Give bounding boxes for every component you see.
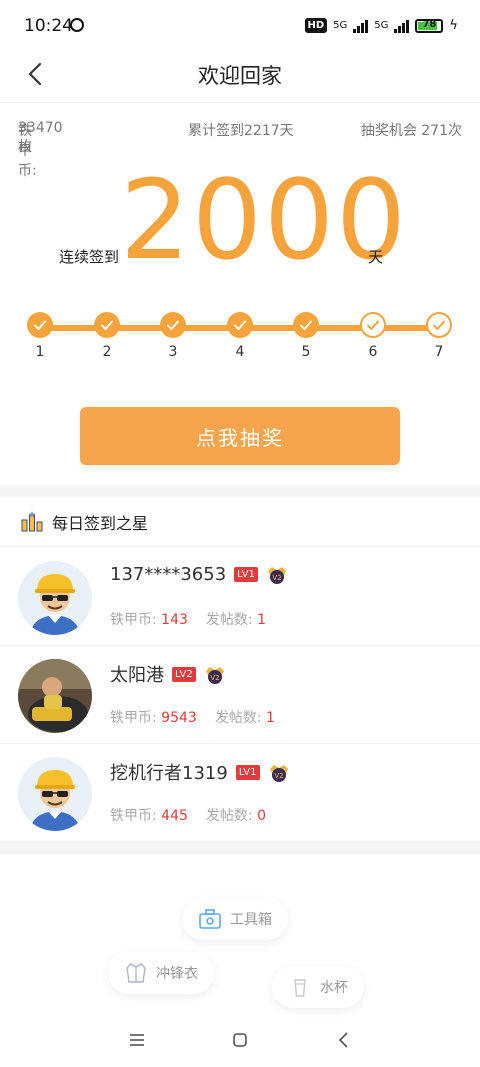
day-2-check-icon	[94, 312, 120, 338]
trophy-ranking-icon	[21, 511, 43, 532]
day-3-check-icon	[160, 312, 186, 338]
net-5g-label-2: 5G	[374, 20, 389, 31]
user-name: 137****3653	[110, 563, 227, 585]
star-user-row[interactable]: 太阳港 LV2 V2 铁甲币: 9543 发帖数: 1	[0, 645, 480, 744]
avatar[interactable]	[18, 561, 92, 635]
signal-icon	[353, 19, 369, 33]
star-user-row[interactable]: 挖机行者1319 LV1 V2 铁甲币: 445 发帖数: 0	[0, 743, 480, 842]
posts-label: 发帖数:	[205, 612, 253, 628]
star-user-row[interactable]: 137****3653 LV1 V2 铁甲币: 143 发帖数: 1	[0, 547, 480, 646]
coins-value: 445	[161, 808, 188, 824]
avatar[interactable]	[18, 757, 92, 831]
posts-label: 发帖数:	[205, 808, 253, 824]
section-divider	[0, 485, 480, 497]
jacket-tag[interactable]: 冲锋衣	[108, 952, 214, 994]
day-5-check-icon	[293, 312, 319, 338]
stats-bar: 铁甲币: 33470枚 累计签到2217天 抽奖机会 271次	[18, 120, 462, 179]
day-6-label: 6	[368, 344, 378, 360]
streak-number: 2000	[120, 156, 408, 284]
day-2-label: 2	[102, 344, 112, 360]
level-badge: LV2	[172, 666, 196, 682]
posts-value: 0	[257, 808, 266, 824]
day-3-label: 3	[168, 344, 178, 360]
section-divider-2	[0, 842, 480, 854]
day-1-label: 1	[35, 344, 45, 360]
lottery-draw-button[interactable]: 点我抽奖	[80, 407, 400, 465]
home-icon[interactable]	[230, 1030, 250, 1050]
streak-unit: 天	[368, 248, 384, 266]
hd-icon: HD	[304, 18, 328, 33]
user-name: 挖机行者1319	[110, 763, 228, 784]
toolbox-label: 工具箱	[230, 912, 272, 928]
posts-value: 1	[257, 612, 266, 628]
week-progress: 1 2 3 4 5 6 7	[0, 312, 480, 372]
toolbox-tag[interactable]: 工具箱	[182, 898, 288, 940]
avatar[interactable]	[18, 659, 92, 733]
day-5-label: 5	[301, 344, 311, 360]
level-badge: LV1	[235, 764, 260, 780]
menu-icon[interactable]	[127, 1030, 147, 1050]
page-title: 欢迎回家	[198, 64, 282, 88]
user-meta: 铁甲币: 9543 发帖数: 1	[110, 707, 275, 727]
user-meta: 铁甲币: 143 发帖数: 1	[110, 609, 266, 629]
coins-label: 铁甲币:	[110, 612, 157, 628]
user-meta: 铁甲币: 445 发帖数: 0	[110, 805, 266, 825]
user-name-line: 挖机行者1319 LV1 V2	[110, 759, 290, 785]
coins-value: 143	[161, 612, 188, 628]
day-7-label: 7	[434, 344, 444, 360]
svg-text:V2: V2	[274, 772, 283, 780]
system-nav-bar	[0, 1012, 480, 1067]
coins-label: 铁甲币:	[110, 710, 157, 726]
posts-value: 1	[265, 710, 275, 726]
clock: 10:24	[24, 16, 73, 36]
day-4-label: 4	[235, 344, 245, 360]
jacket-label: 冲锋衣	[156, 966, 198, 982]
coins-label: 铁甲币:	[110, 808, 157, 824]
streak-label: 连续签到	[59, 248, 120, 266]
vip-badge-icon: V2	[268, 761, 290, 783]
user-name-line: 太阳港 LV2 V2	[110, 661, 226, 687]
stars-section-header: 每日签到之星	[20, 508, 148, 536]
posts-label: 发帖数:	[214, 710, 262, 726]
alarm-icon	[70, 18, 84, 32]
toolbox-icon	[199, 909, 221, 929]
cup-icon	[294, 979, 306, 997]
svg-text:V2: V2	[210, 674, 219, 682]
net-5g-label-1: 5G	[333, 20, 348, 31]
svg-text:V2: V2	[272, 574, 281, 582]
coins-value: 9543	[161, 710, 197, 726]
signal-icon-2	[394, 19, 410, 33]
back-icon[interactable]	[334, 1030, 354, 1050]
user-name: 太阳港	[110, 665, 164, 686]
lottery-stat: 抽奖机会 271次	[360, 123, 462, 139]
vip-badge-icon: V2	[266, 563, 288, 585]
day-4-check-icon	[227, 312, 253, 338]
cup-label: 水杯	[320, 980, 348, 996]
day-1-check-icon	[27, 312, 53, 338]
header-bar: 欢迎回家	[0, 48, 480, 103]
battery-icon: 78	[415, 18, 444, 33]
coins-value: 33470枚	[18, 120, 63, 155]
status-icons: HD 5G 5G 78 ϟ	[304, 18, 458, 33]
total-signin-stat: 累计签到2217天	[188, 123, 294, 139]
stars-section-title: 每日签到之星	[52, 514, 149, 533]
vip-badge-icon: V2	[204, 663, 226, 685]
user-name-line: 137****3653 LV1 V2	[110, 563, 288, 585]
day-6-check-icon	[360, 312, 386, 338]
charging-icon: ϟ	[449, 18, 458, 33]
jacket-icon	[126, 963, 146, 983]
level-badge: LV1	[234, 566, 258, 582]
day-7-check-icon	[426, 312, 452, 338]
cup-tag[interactable]: 水杯	[272, 966, 364, 1008]
